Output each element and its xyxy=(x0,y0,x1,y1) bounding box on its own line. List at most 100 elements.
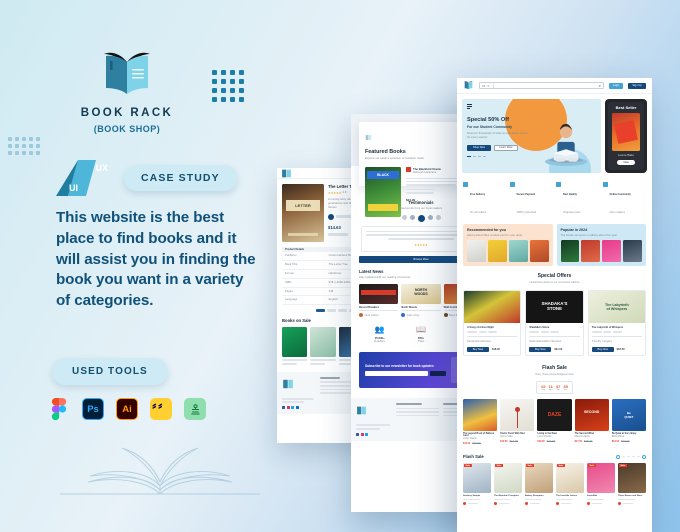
offer-card[interactable]: The Labyrinth of Whispers The Labyrinth o… xyxy=(587,290,646,357)
social-links[interactable] xyxy=(282,406,314,410)
product-rating: 4.6 xyxy=(342,191,347,195)
brand-name: BOOK RACK xyxy=(80,107,174,119)
badge-label-ui: UI xyxy=(69,183,78,193)
flash-sale-item[interactable]: SECOND The Second Wind Marcus Ellis $17.… xyxy=(574,398,609,446)
book-row[interactable] xyxy=(560,240,642,263)
section-title: Flash Sale xyxy=(463,454,484,460)
feature-item: Online Community Join readers xyxy=(602,182,647,218)
badge-row: UX UI CASE STUDY xyxy=(56,160,237,196)
flash-sale-item[interactable]: DAZE Living in the Daze Leon Parks $16.0… xyxy=(537,398,572,446)
flash-sale-item[interactable]: Be QUIET Be Quiet at the Library Rita Mos… xyxy=(611,398,647,446)
hero-primary-button[interactable]: Shop Now xyxy=(467,144,491,151)
featured-card-price: $24.99 xyxy=(406,198,416,202)
sale-strip-item[interactable]: Sale The Invisible Letters xyxy=(556,463,584,505)
buy-now-button[interactable]: Buy Now xyxy=(591,347,614,353)
dot-grid-decoration-small xyxy=(8,137,40,155)
open-book-line-art xyxy=(60,447,260,495)
open-book-icon xyxy=(282,169,291,177)
book-row[interactable] xyxy=(467,240,549,263)
offer-card[interactable]: A Song of Ashes Night Samantha Atkinson … xyxy=(463,290,522,357)
promo-panel-popular[interactable]: Popular in 2024 The books everyone is ta… xyxy=(556,224,646,267)
news-title: North Woods xyxy=(401,305,417,309)
featured-book-cover[interactable]: BLACK xyxy=(365,166,401,217)
feature-item: Best Quality Original prints xyxy=(556,182,600,218)
badge-label-ux: UX xyxy=(95,163,108,173)
promo-panel-recommended[interactable]: Recommended for you Hand picked titles c… xyxy=(463,224,553,267)
mockup-screen-home[interactable]: All ▾ ⌕ Login Sign Up Special 50% Off Fo… xyxy=(457,78,652,532)
miro-icon: 〞〞 xyxy=(150,398,172,420)
open-book-icon xyxy=(357,406,366,415)
offer-card[interactable]: SHADAKA'S STONE Shadaka's Stone Katie Max… xyxy=(525,290,584,357)
newsletter-title: Subscribe to our newsletter for book upd… xyxy=(365,364,434,369)
hero-banner[interactable]: Special 50% Off For our Student Communit… xyxy=(462,99,601,173)
chevron-down-icon: ▾ xyxy=(487,83,489,88)
hero-title: Special 50% Off xyxy=(467,117,509,123)
photoshop-icon: Ps xyxy=(82,398,104,420)
reader-illustration xyxy=(544,123,588,167)
buy-now-button[interactable]: Buy Now xyxy=(467,347,489,353)
stat-item: 👥 15,000+ Readers xyxy=(359,325,400,344)
carousel-controls[interactable] xyxy=(616,454,646,459)
menu-icon[interactable] xyxy=(467,104,472,109)
uxui-badge: UX UI xyxy=(56,160,114,196)
news-card[interactable]: NORTH WOODS North Woods Liam Grey xyxy=(401,283,441,318)
sale-strip-item[interactable]: Sale Sunbury Sample xyxy=(463,463,491,505)
open-book-icon xyxy=(365,135,372,140)
page-headline: This website is the best place to find b… xyxy=(56,209,256,310)
buy-now-button[interactable]: Buy Now xyxy=(529,347,552,353)
rating-stars-icon: ★★★★★ xyxy=(328,191,342,195)
feature-item: Secure Payment 100% protected xyxy=(509,182,554,218)
news-card[interactable]: Record Breakers Jess Carter xyxy=(359,283,399,318)
brand-subtitle: (BOOK SHOP) xyxy=(93,124,161,134)
feature-item: Free Delivery On all orders xyxy=(463,182,507,218)
community-icon xyxy=(602,182,608,187)
hero-body: Discover thousands of titles at unbeatab… xyxy=(467,132,528,139)
payment-icon xyxy=(509,182,515,187)
news-title: Record Breakers xyxy=(359,305,380,309)
sale-strip-item[interactable]: Sale Incredible xyxy=(587,463,615,505)
best-seller-cover[interactable] xyxy=(612,113,640,151)
signup-button[interactable]: Sign Up xyxy=(628,82,646,89)
open-book-icon xyxy=(464,81,473,90)
social-links[interactable] xyxy=(356,432,390,436)
book-cover[interactable] xyxy=(282,327,308,358)
hero-secondary-button[interactable]: Learn More xyxy=(494,144,518,151)
used-tools-row: Ps Ai 〞〞 xyxy=(48,398,206,420)
sale-strip-item[interactable]: Sale Those Bones and Stars xyxy=(618,463,646,505)
section-subtitle: Explore our editor's selection of stando… xyxy=(365,157,424,160)
add-to-cart-button[interactable] xyxy=(328,232,348,236)
section-subtitle: Stay updated with our reading community xyxy=(359,275,411,279)
feature-strip: Free Delivery On all orders Secure Paymen… xyxy=(457,182,652,218)
flash-sale-item[interactable]: Poetic Fresh With Red Anna Vale $12.50 $1… xyxy=(500,398,535,446)
stat-item: 📖 780+ Titles xyxy=(400,325,441,344)
search-icon[interactable]: ⌕ xyxy=(599,83,601,88)
open-book-icon xyxy=(96,48,158,98)
section-subtitle: Limited time deals on our most loved edi… xyxy=(529,281,580,285)
site-header[interactable]: All ▾ ⌕ Login Sign Up xyxy=(457,78,652,94)
hero-carousel-dots[interactable] xyxy=(467,155,532,158)
section-title: Flash Sale xyxy=(542,365,567,372)
illustrator-icon: Ai xyxy=(116,398,138,420)
best-seller-phone[interactable]: Best Seller Leanne Blake View xyxy=(605,99,647,173)
sale-strip-item[interactable]: Sale The Absolute Principles xyxy=(494,463,522,505)
search-input[interactable]: All ▾ ⌕ xyxy=(479,82,604,89)
figma-icon xyxy=(48,398,70,420)
flash-sale-item[interactable]: The Legend Book of Balloon Land John Ree… xyxy=(463,398,498,446)
titles-icon: 📖 xyxy=(416,325,426,335)
best-seller-cta[interactable]: View xyxy=(617,160,635,165)
sale-strip-item[interactable]: Sale Bakery Deception xyxy=(525,463,553,505)
category-dropdown[interactable]: All xyxy=(482,84,485,88)
open-book-icon xyxy=(283,379,293,389)
author-avatar xyxy=(328,213,334,220)
best-seller-author: Leanne Blake xyxy=(618,154,634,157)
hero-subtitle: For our Student Community xyxy=(467,125,513,129)
used-tools-label: USED TOOLS xyxy=(52,358,168,385)
section-title: Special Offers xyxy=(537,273,572,280)
brand-block: BOOK RACK (BOOK SHOP) xyxy=(52,48,202,134)
quality-icon xyxy=(556,182,561,187)
login-button[interactable]: Login xyxy=(609,82,623,89)
book-cover[interactable] xyxy=(310,327,336,358)
case-study-pill[interactable]: CASE STUDY xyxy=(124,165,237,191)
product-cover-image: LETTER xyxy=(282,184,324,242)
dot-grid-decoration xyxy=(212,70,244,102)
